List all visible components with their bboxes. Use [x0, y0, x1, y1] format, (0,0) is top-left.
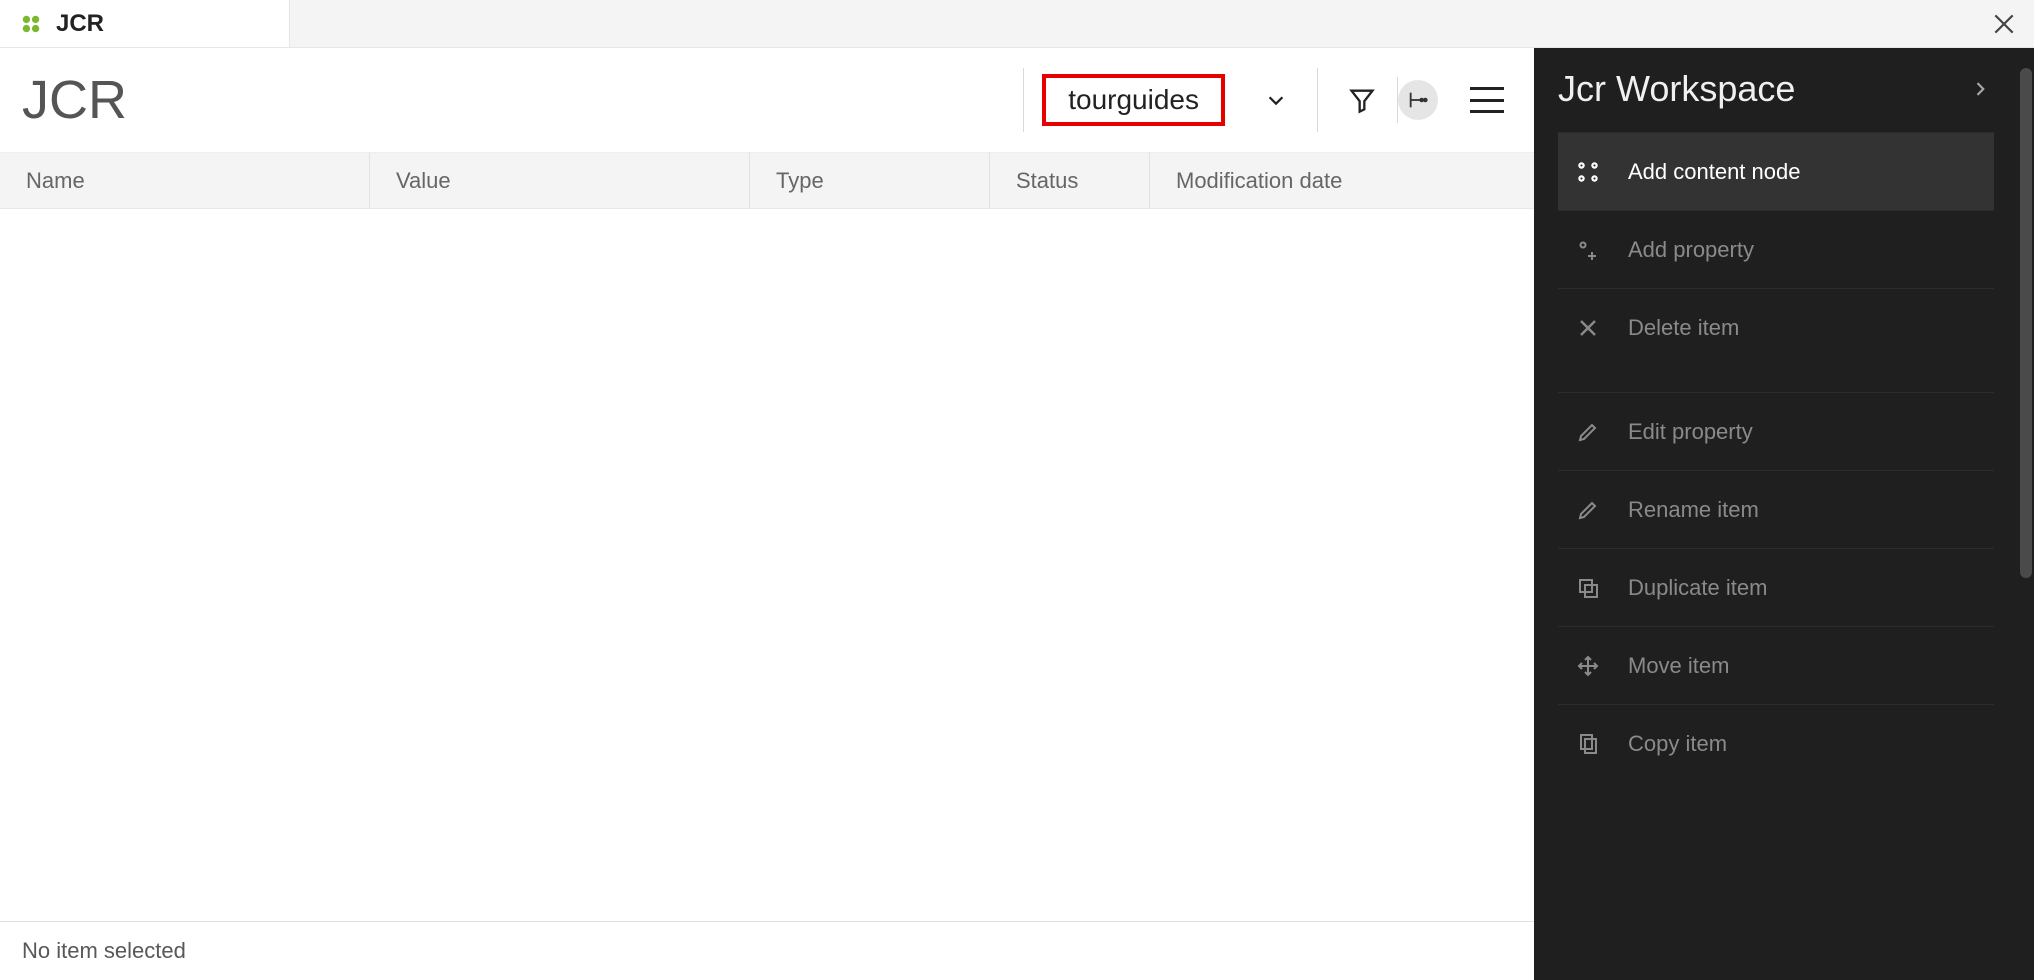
- column-header-name[interactable]: Name: [0, 153, 370, 208]
- status-text: No item selected: [22, 938, 186, 963]
- body-row: JCR tourguides: [0, 48, 2034, 980]
- action-label: Move item: [1628, 653, 1994, 679]
- column-header-type[interactable]: Type: [750, 153, 990, 208]
- chevron-down-icon: [1265, 89, 1287, 111]
- copy-icon: [1574, 730, 1602, 758]
- app-tab-label: JCR: [56, 10, 104, 38]
- filter-icon: [1348, 86, 1376, 114]
- close-button[interactable]: [1974, 0, 2034, 47]
- side-scrollbar[interactable]: [2020, 68, 2032, 578]
- action-label: Copy item: [1628, 731, 1994, 757]
- main-area: JCR tourguides: [0, 48, 1534, 980]
- app-tab-jcr[interactable]: JCR: [0, 0, 290, 47]
- action-delete-item[interactable]: Delete item: [1558, 288, 1994, 366]
- status-bar: No item selected: [0, 921, 1534, 980]
- action-add-content-node[interactable]: Add content node: [1558, 132, 1994, 210]
- tab-strip-spacer: [290, 0, 1974, 47]
- duplicate-icon: [1574, 574, 1602, 602]
- table-body-empty: [0, 209, 1534, 921]
- action-label: Add content node: [1628, 159, 1994, 185]
- list-view-toggle[interactable]: [1470, 87, 1504, 113]
- side-panel-header: Jcr Workspace: [1558, 68, 2020, 110]
- action-copy-item[interactable]: Copy item: [1558, 704, 1994, 782]
- table-header: Name Value Type Status Modification date: [0, 153, 1534, 209]
- action-label: Duplicate item: [1628, 575, 1994, 601]
- action-edit-property[interactable]: Edit property: [1558, 392, 1994, 470]
- nodes-icon: [1574, 158, 1602, 186]
- pencil-icon: [1574, 496, 1602, 524]
- pencil-icon: [1574, 418, 1602, 446]
- tree-icon: [1407, 89, 1429, 111]
- page-title: JCR: [22, 69, 127, 131]
- column-header-modification-date[interactable]: Modification date: [1150, 153, 1534, 208]
- action-rename-item[interactable]: Rename item: [1558, 470, 1994, 548]
- action-label: Add property: [1628, 237, 1994, 263]
- close-icon: [1574, 314, 1602, 342]
- action-label: Edit property: [1628, 419, 1994, 445]
- column-header-status[interactable]: Status: [990, 153, 1150, 208]
- collapse-panel-button[interactable]: [1970, 79, 1990, 99]
- action-duplicate-item[interactable]: Duplicate item: [1558, 548, 1994, 626]
- action-group-divider: [1558, 366, 1994, 392]
- view-controls: [1398, 77, 1504, 123]
- column-header-value[interactable]: Value: [370, 153, 750, 208]
- title-toolbar-row: JCR tourguides: [0, 48, 1534, 153]
- workspace-side-panel: Jcr Workspace Add content node: [1534, 48, 2034, 980]
- side-panel-title: Jcr Workspace: [1558, 68, 1795, 110]
- workspace-selector[interactable]: tourguides: [1023, 68, 1318, 132]
- action-label: Delete item: [1628, 315, 1994, 341]
- action-list: Add content node Add property Delet: [1558, 132, 1994, 782]
- action-label: Rename item: [1628, 497, 1994, 523]
- workspace-selected-value: tourguides: [1042, 74, 1225, 126]
- app-tab-strip: JCR: [0, 0, 2034, 48]
- filter-button[interactable]: [1326, 77, 1398, 123]
- add-property-icon: [1574, 236, 1602, 264]
- app-logo-icon: [20, 13, 42, 35]
- action-add-property[interactable]: Add property: [1558, 210, 1994, 288]
- tree-view-toggle[interactable]: [1398, 80, 1438, 120]
- move-icon: [1574, 652, 1602, 680]
- action-move-item[interactable]: Move item: [1558, 626, 1994, 704]
